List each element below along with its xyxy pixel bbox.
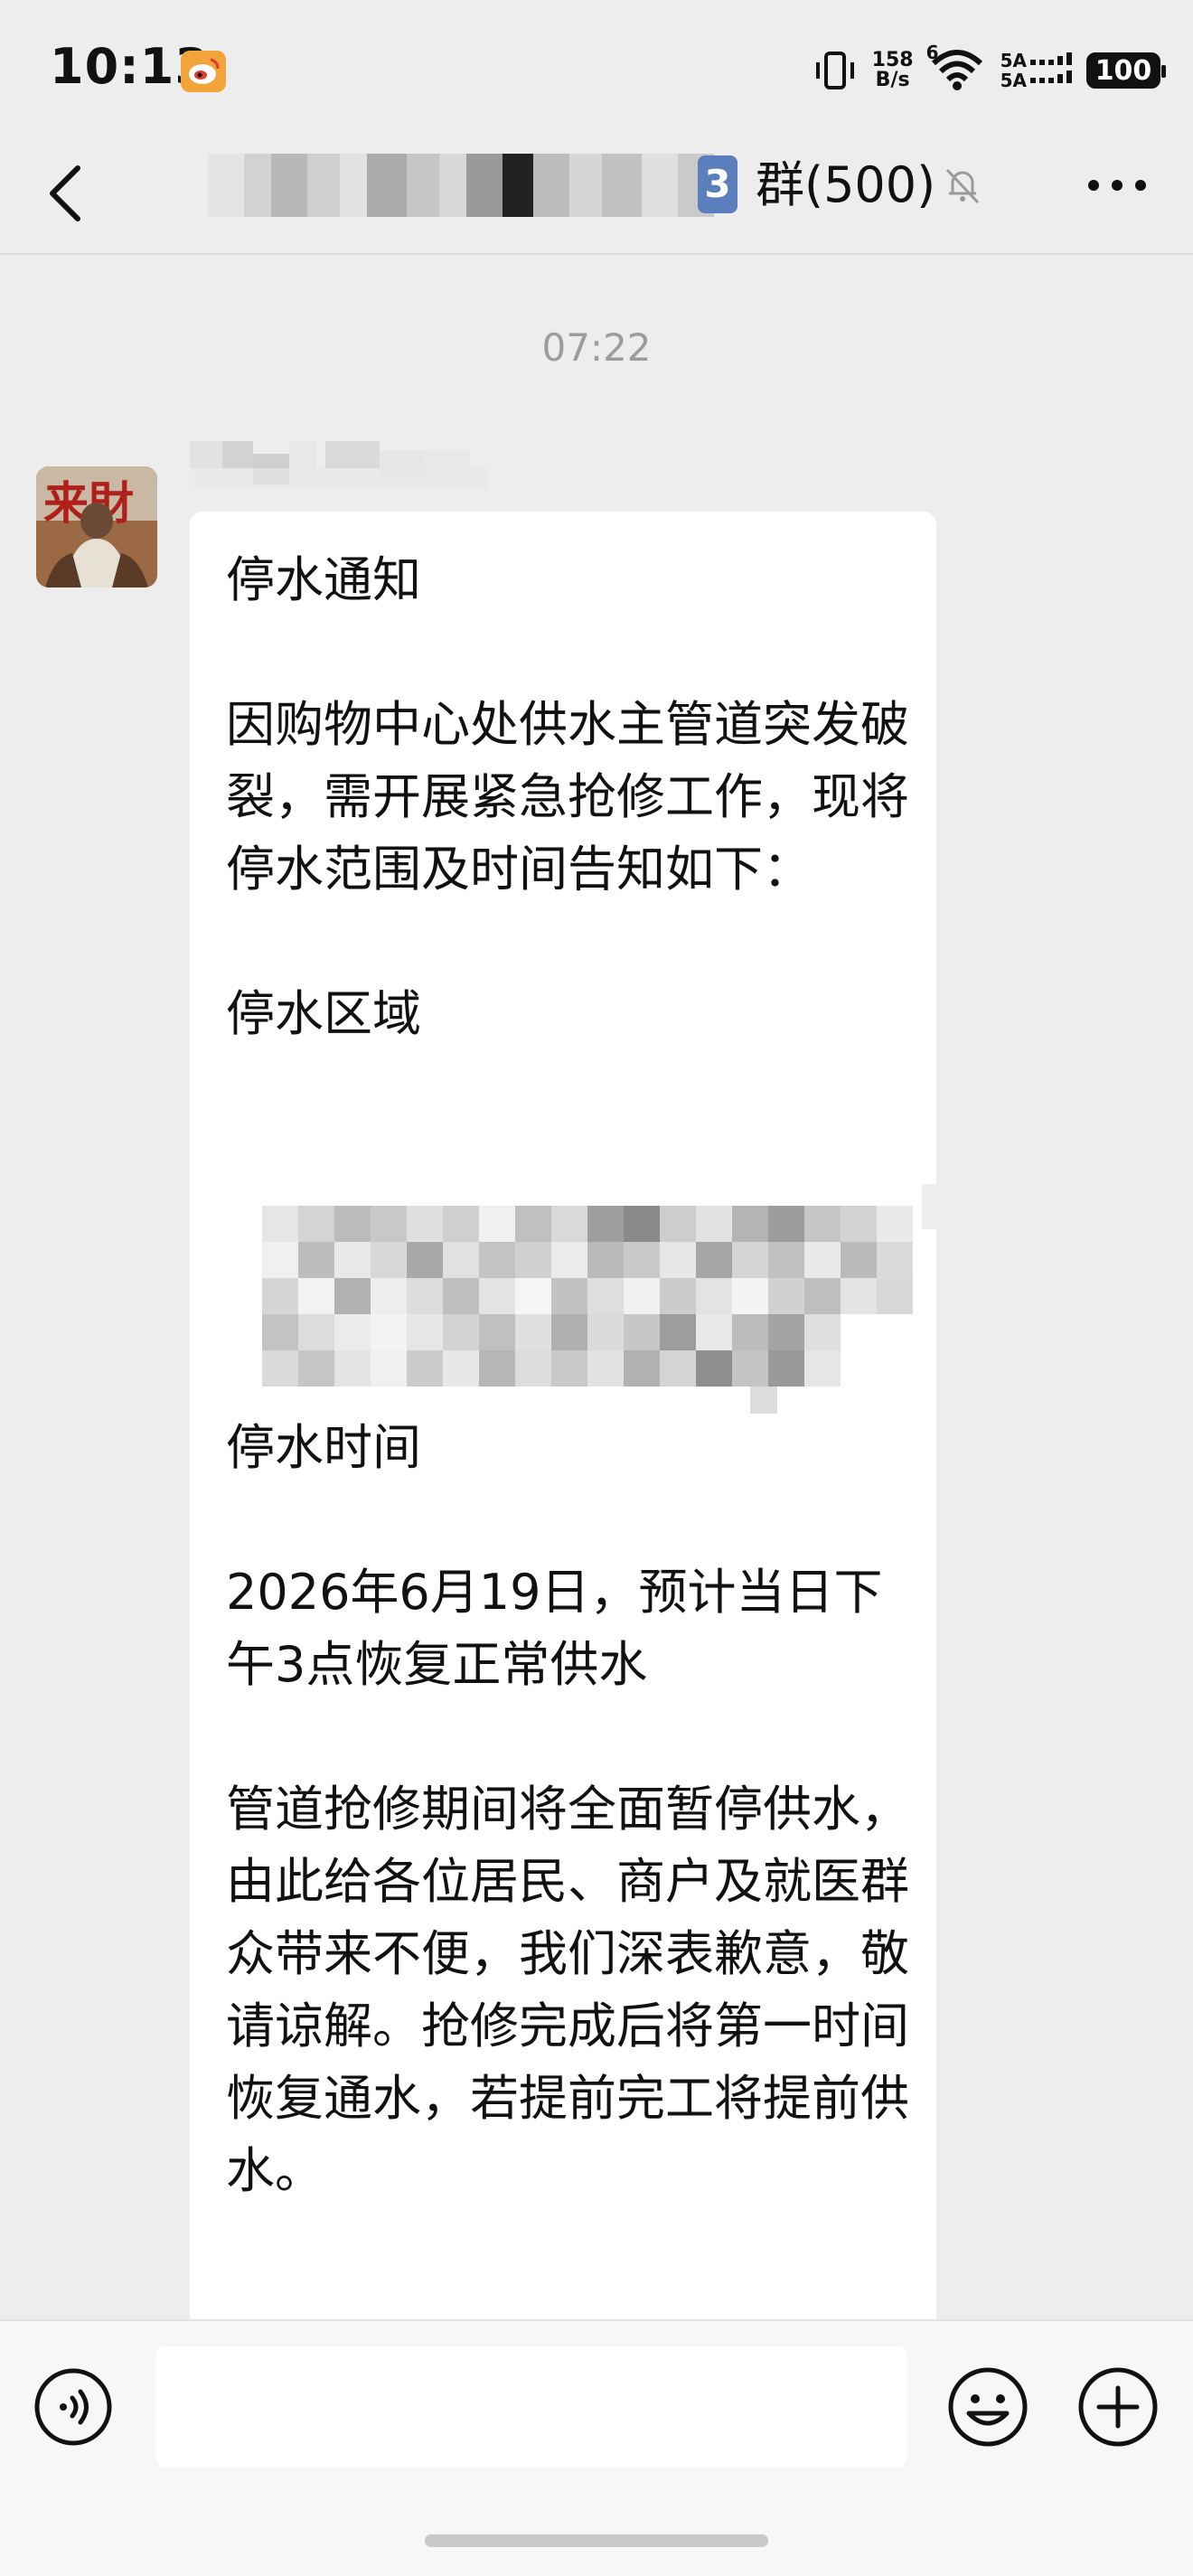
chevron-left-icon[interactable] xyxy=(40,155,94,231)
more-dots-icon[interactable] xyxy=(1081,163,1153,208)
sim2-label: 5A xyxy=(1000,70,1027,91)
battery-indicator: 100 xyxy=(1086,52,1166,89)
sender-avatar[interactable]: 来財 xyxy=(36,466,157,588)
chat-input-bar xyxy=(0,2319,1193,2576)
sender-name-redacted xyxy=(190,441,488,490)
signal-bars-icon xyxy=(1030,52,1072,83)
redaction-mosaic xyxy=(262,1184,945,1414)
status-bar: 10:13 158 B/s 6 5A 5A 100 xyxy=(0,0,1193,136)
bell-off-icon xyxy=(945,168,980,204)
sim1-label: 5A xyxy=(1000,50,1027,71)
group-name-redacted xyxy=(208,154,714,217)
plus-icon[interactable] xyxy=(1076,2364,1160,2449)
cellular-signal: 5A 5A xyxy=(1000,51,1072,90)
chat-header: 3 群(500) xyxy=(0,136,1193,255)
network-speed-value: 158 xyxy=(871,49,914,71)
wifi-label: 6 xyxy=(925,42,939,63)
message-input[interactable] xyxy=(155,2346,907,2468)
emoji-icon[interactable] xyxy=(945,2364,1030,2449)
group-title[interactable]: 群(500) xyxy=(756,154,935,217)
avatar-image: 来財 xyxy=(36,466,157,588)
vibrate-icon xyxy=(815,52,854,89)
network-speed-unit: B/s xyxy=(875,69,910,91)
group-name-badge: 3 xyxy=(698,155,737,213)
message-time-divider: 07:22 xyxy=(541,325,652,370)
voice-icon[interactable] xyxy=(33,2366,114,2448)
wifi-status: 6 xyxy=(926,42,986,94)
network-speed: 158 B/s xyxy=(872,51,914,90)
weibo-notification-icon xyxy=(181,51,226,92)
home-indicator[interactable] xyxy=(425,2534,768,2547)
